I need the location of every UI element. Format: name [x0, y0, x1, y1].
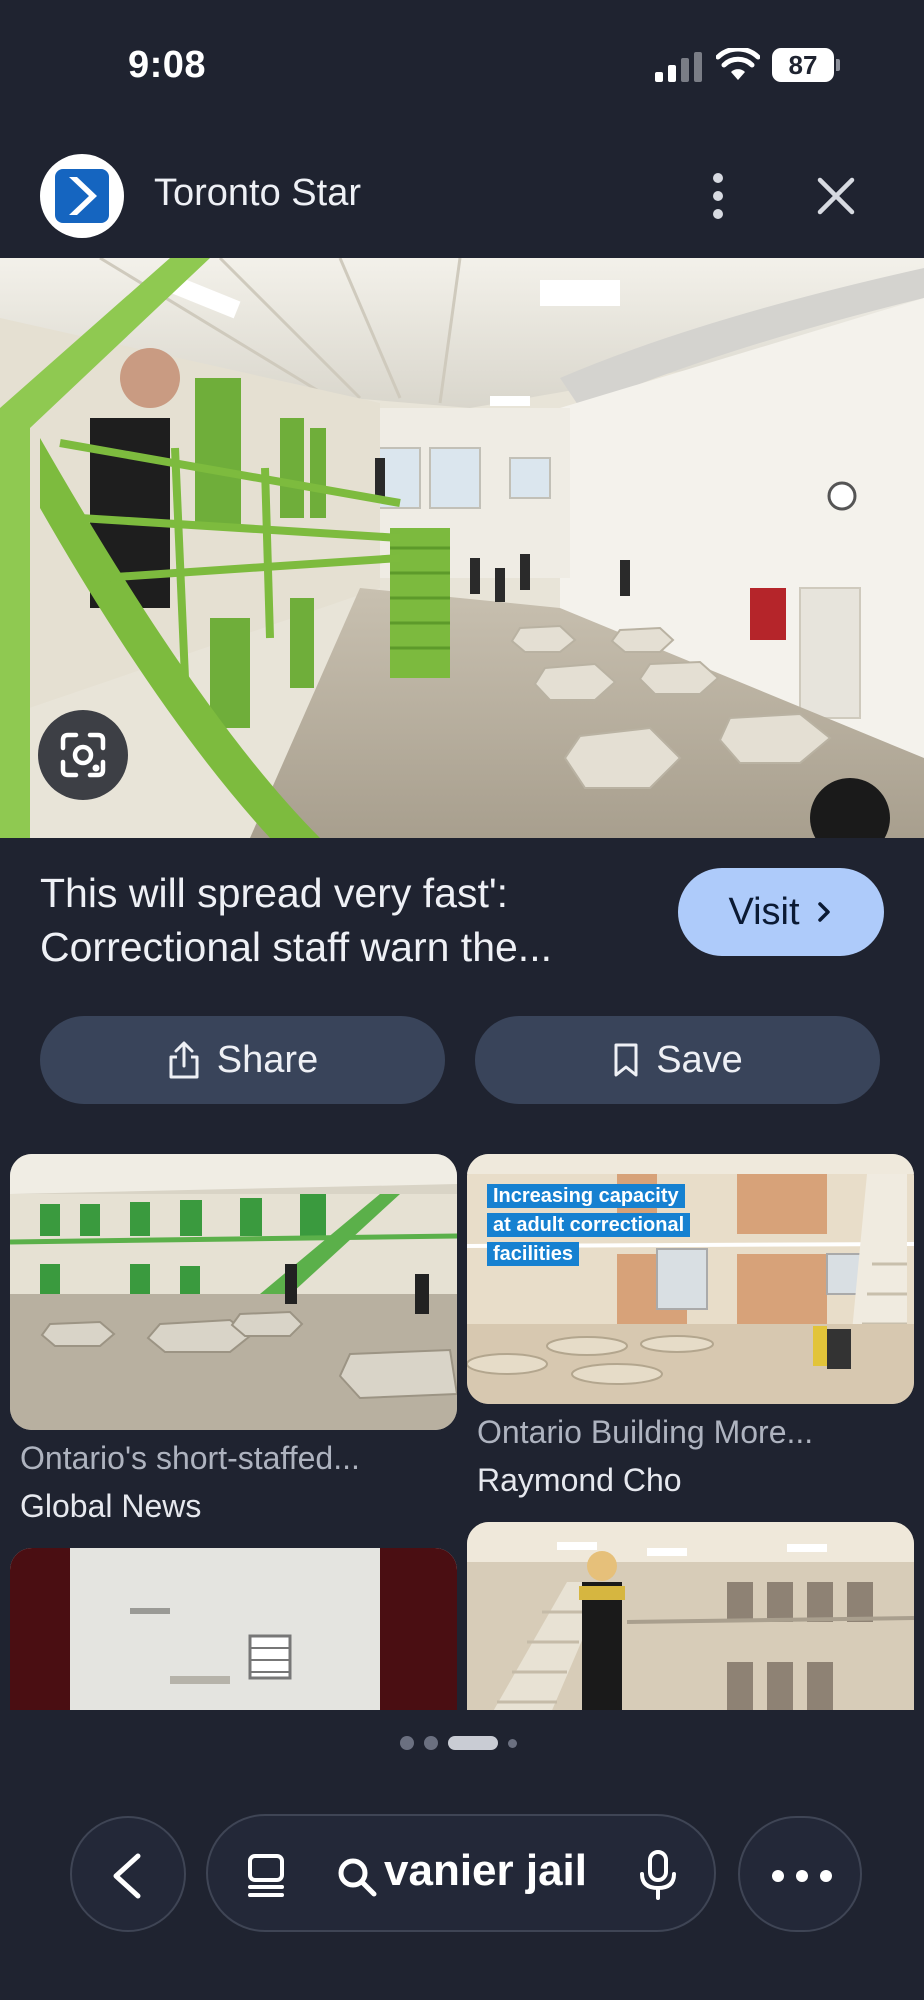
- battery-tip: [836, 59, 840, 71]
- related-card[interactable]: [467, 1522, 914, 1710]
- related-thumbnail[interactable]: [467, 1522, 914, 1710]
- battery-indicator: 87: [772, 48, 834, 82]
- main-result-image[interactable]: [0, 258, 924, 838]
- pagination-dots: [400, 1736, 517, 1750]
- cellular-signal-icon: [655, 52, 702, 82]
- pagination-dot-active: [448, 1736, 498, 1750]
- related-card[interactable]: Increasing capacity at adult correctiona…: [467, 1154, 914, 1524]
- share-button-label: Share: [216, 1038, 319, 1081]
- related-thumbnail[interactable]: Increasing capacity at adult correctiona…: [467, 1154, 914, 1404]
- source-title: Toronto Star: [154, 172, 361, 214]
- tabs-icon[interactable]: [242, 1850, 292, 1900]
- result-caption[interactable]: This will spread very fast': Correctiona…: [40, 866, 640, 974]
- save-button[interactable]: Save: [475, 1016, 880, 1104]
- back-button[interactable]: [70, 1816, 186, 1932]
- related-card[interactable]: [10, 1548, 457, 1710]
- microphone-icon[interactable]: [636, 1848, 680, 1902]
- related-source: Global News: [20, 1488, 202, 1524]
- toronto-star-logo-icon: [40, 154, 124, 238]
- status-time: 9:08: [128, 44, 207, 86]
- share-icon: [169, 1041, 199, 1079]
- related-thumbnail[interactable]: [10, 1548, 457, 1710]
- thumbnail-overlay-label: Increasing capacity at adult correctiona…: [487, 1182, 691, 1269]
- related-thumbnail[interactable]: [10, 1154, 457, 1430]
- lens-icon: [60, 732, 106, 778]
- pagination-dot: [508, 1738, 517, 1748]
- search-bar[interactable]: vanier jail: [206, 1814, 716, 1932]
- related-results-grid: Ontario's short-staffed... Global News I…: [0, 1150, 924, 1710]
- more-vert-icon[interactable]: [696, 168, 740, 224]
- chevron-right-icon: [817, 902, 830, 922]
- chevron-left-icon: [113, 1853, 141, 1899]
- related-title: Ontario's short-staffed...: [20, 1440, 360, 1476]
- close-icon[interactable]: [808, 168, 864, 224]
- visit-button[interactable]: Visit: [678, 868, 884, 956]
- status-bar: 9:08 87: [0, 0, 924, 135]
- more-horiz-icon: [772, 1870, 832, 1882]
- search-query[interactable]: vanier jail: [384, 1846, 587, 1896]
- related-card[interactable]: Ontario's short-staffed... Global News: [10, 1154, 457, 1544]
- wifi-icon: [716, 48, 760, 80]
- google-lens-button[interactable]: [38, 710, 128, 800]
- source-header: Toronto Star: [0, 150, 924, 240]
- related-title: Ontario Building More...: [477, 1414, 814, 1450]
- pagination-dot: [424, 1736, 438, 1750]
- share-button[interactable]: Share: [40, 1016, 445, 1104]
- search-icon: [338, 1858, 377, 1897]
- bookmark-icon: [614, 1043, 638, 1077]
- related-source: Raymond Cho: [477, 1462, 682, 1498]
- visit-button-label: Visit: [728, 890, 800, 933]
- more-options-button[interactable]: [738, 1816, 862, 1932]
- pagination-dot: [400, 1736, 414, 1750]
- save-button-label: Save: [656, 1038, 743, 1081]
